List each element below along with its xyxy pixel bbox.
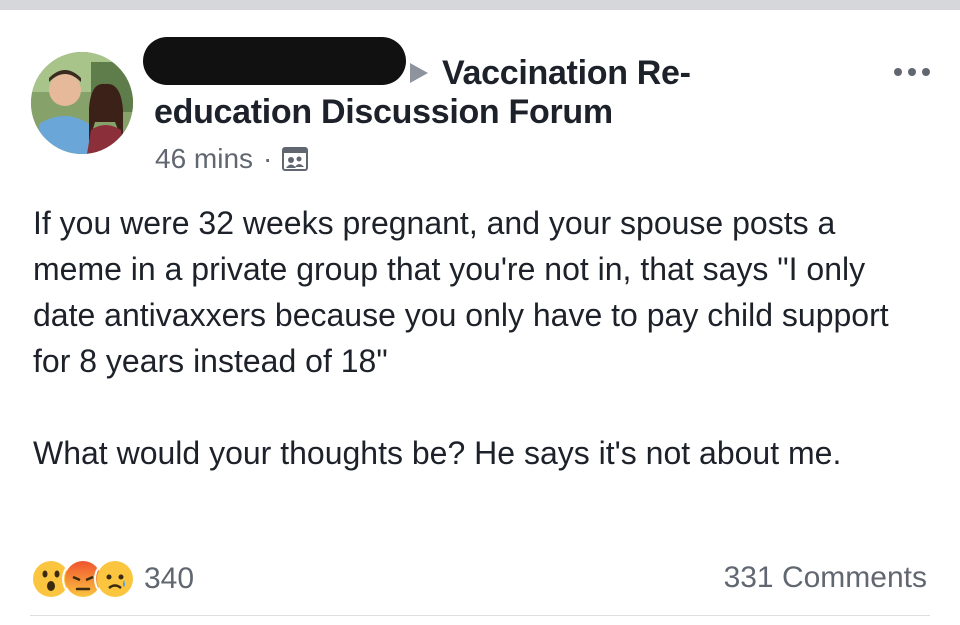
post-paragraph-2: What would your thoughts be? He says it'… — [33, 435, 842, 471]
sad-reaction-icon — [94, 558, 136, 600]
post-paragraph-1: If you were 32 weeks pregnant, and your … — [33, 205, 889, 379]
timestamp[interactable]: 46 mins — [155, 143, 253, 175]
group-name[interactable]: Vaccination Re- — [442, 54, 691, 93]
reaction-count[interactable]: 340 — [144, 562, 194, 596]
group-name-continued[interactable]: education Discussion Forum — [154, 93, 613, 132]
top-bar — [0, 0, 960, 10]
comments-count-link[interactable]: 331 Comments — [724, 561, 927, 595]
header-group-link[interactable]: Vaccination Re- — [408, 50, 691, 96]
post-body: If you were 32 weeks pregnant, and your … — [33, 200, 933, 476]
post-meta: 46 mins · — [155, 143, 310, 175]
avatar[interactable] — [31, 52, 133, 154]
group-privacy-icon — [282, 145, 310, 173]
more-options-icon[interactable] — [894, 68, 930, 76]
post-card: Vaccination Re- education Discussion For… — [0, 10, 960, 625]
meta-separator: · — [263, 143, 273, 174]
arrow-right-icon — [408, 50, 442, 96]
redacted-author-name — [143, 37, 406, 85]
divider — [30, 615, 930, 616]
reactions-summary[interactable]: 340 — [30, 558, 194, 600]
